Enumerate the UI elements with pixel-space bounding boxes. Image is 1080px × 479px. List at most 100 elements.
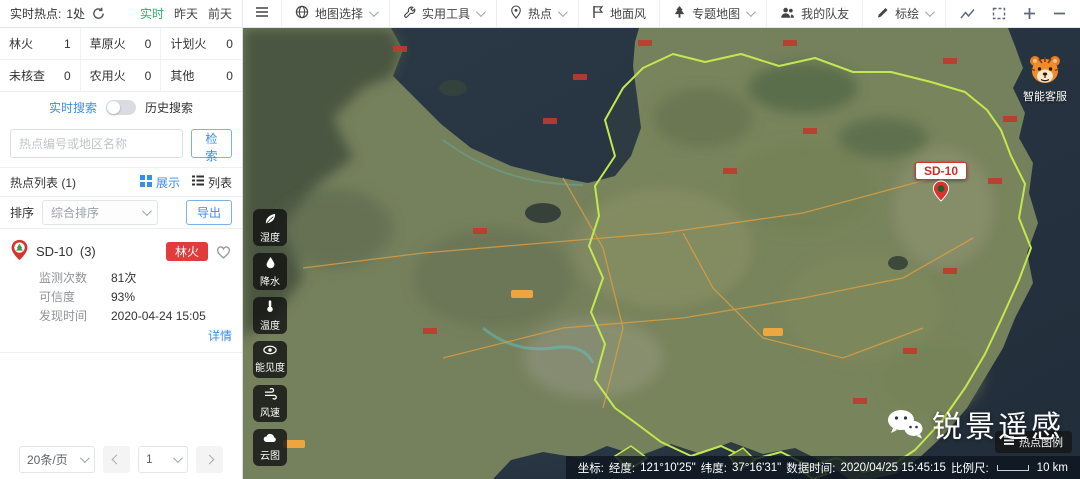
layer-temperature-button[interactable]: 温度 <box>253 297 287 334</box>
sidebar-spacer <box>0 353 242 439</box>
topbar: 实时热点: 1处 实时 昨天 前天 地图选择 实用工具 <box>0 0 1080 28</box>
hamburger-menu-button[interactable] <box>243 0 282 27</box>
layer-label: 云图 <box>260 447 280 462</box>
pagination: 20条/页 1 <box>0 439 242 479</box>
layer-precipitation-button[interactable]: 降水 <box>253 253 287 290</box>
field-label: 发现时间 <box>39 307 97 326</box>
stat-label: 草原火 <box>90 35 126 52</box>
satellite-map-canvas[interactable] <box>243 28 1080 479</box>
stat-value: 0 <box>226 37 233 51</box>
layer-label: 湿度 <box>260 229 280 244</box>
menu-ground-wind-label: 地面风 <box>610 5 646 22</box>
field-value: 81次 <box>111 269 136 288</box>
zoom-out-icon[interactable] <box>1053 7 1066 20</box>
data-time-label: 数据时间: <box>786 460 835 476</box>
search-mode-toggle[interactable] <box>106 100 136 115</box>
data-time-value: 2020/04/25 15:45:15 <box>840 462 946 474</box>
heart-icon[interactable] <box>215 244 232 259</box>
wind-icon <box>264 388 277 403</box>
chevron-down-icon <box>142 206 152 216</box>
hotspot-fields: 监测次数81次 可信度93% 发现时间2020-04-24 15:05 <box>39 269 232 326</box>
map-statusbar: 坐标: 经度: 121°10'25" 纬度: 37°16'31" 数据时间: 2… <box>566 456 1080 479</box>
sidebar: 林火1 草原火0 计划火0 未核查0 农用火0 其他0 实时搜索 历史搜索 检索… <box>0 28 243 479</box>
field-label: 监测次数 <box>39 269 97 288</box>
stat-value: 0 <box>145 37 152 51</box>
sort-label: 排序 <box>10 204 34 221</box>
page-size-select[interactable]: 20条/页 <box>19 446 95 473</box>
search-button[interactable]: 检索 <box>191 129 232 158</box>
menu-my-team[interactable]: 我的队友 <box>767 0 863 27</box>
map-pin-icon <box>510 5 522 22</box>
hotspot-list-header: 热点列表 (1) 展示 列表 <box>0 168 242 197</box>
leaf-icon <box>264 212 277 228</box>
prev-page-button[interactable] <box>103 446 130 473</box>
hotspot-list-item[interactable]: SD-10 (3) 林火 监测次数81次 可信度93% 发现时间2020-04-… <box>0 229 242 353</box>
chevron-down-icon <box>173 453 183 463</box>
detail-link[interactable]: 详情 <box>10 327 232 344</box>
menu-my-team-label: 我的队友 <box>801 5 849 22</box>
pen-icon <box>876 6 889 22</box>
refresh-icon[interactable] <box>92 7 105 20</box>
layer-cloud-button[interactable]: 云图 <box>253 429 287 466</box>
hotspot-marker-pin-icon[interactable] <box>932 180 950 202</box>
hotspot-marker-label[interactable]: SD-10 <box>915 162 967 180</box>
map-viewport[interactable]: 湿度 降水 温度 能见度 风速 <box>243 28 1080 479</box>
stat-agri-fire: 农用火0 <box>81 60 162 91</box>
view-display-label: 展示 <box>156 174 180 191</box>
chevron-down-icon <box>369 7 379 17</box>
fire-pin-icon <box>10 239 29 264</box>
sort-select[interactable]: 综合排序 <box>42 200 158 225</box>
eye-icon <box>263 345 277 358</box>
chevron-down-icon <box>476 7 486 17</box>
tiger-mascot-icon <box>1027 54 1063 86</box>
legend-icon <box>1004 436 1014 448</box>
tab-yesterday[interactable]: 昨天 <box>174 5 198 22</box>
select-area-icon[interactable] <box>992 7 1006 20</box>
layer-wind-speed-button[interactable]: 风速 <box>253 385 287 422</box>
hotspot-summary-bar: 实时热点: 1处 实时 昨天 前天 <box>0 0 243 27</box>
view-display-button[interactable]: 展示 <box>140 174 180 191</box>
hotspot-legend-button[interactable]: 热点图例 <box>995 431 1072 453</box>
hotspot-count: (3) <box>80 244 96 259</box>
menu-hotspot[interactable]: 热点 <box>497 0 579 27</box>
zoom-in-icon[interactable] <box>1023 7 1036 20</box>
tab-realtime[interactable]: 实时 <box>140 5 164 22</box>
menu-map-select[interactable]: 地图选择 <box>282 0 390 27</box>
menu-thematic-map[interactable]: 专题地图 <box>660 0 767 27</box>
menu-plot-label: 标绘 <box>895 5 919 22</box>
tab-day-before[interactable]: 前天 <box>208 5 232 22</box>
hotspot-marker[interactable]: SD-10 <box>911 162 971 202</box>
realtime-hotspot-count: 1处 <box>66 5 85 22</box>
page-number-value: 1 <box>146 452 153 466</box>
fire-stats-grid: 林火1 草原火0 计划火0 未核查0 农用火0 其他0 <box>0 28 242 92</box>
hamburger-icon <box>255 6 269 21</box>
export-button[interactable]: 导出 <box>186 200 232 225</box>
page-number-select[interactable]: 1 <box>138 446 188 473</box>
view-list-button[interactable]: 列表 <box>192 174 232 191</box>
measure-line-icon[interactable] <box>960 8 975 20</box>
weather-layer-column: 湿度 降水 温度 能见度 风速 <box>253 209 287 466</box>
next-page-button[interactable] <box>196 446 223 473</box>
menu-plot[interactable]: 标绘 <box>863 0 946 27</box>
layer-humidity-button[interactable]: 湿度 <box>253 209 287 246</box>
wrench-icon <box>403 6 416 22</box>
longitude-label: 经度: <box>609 460 635 476</box>
history-search-label[interactable]: 历史搜索 <box>145 99 193 116</box>
chevron-down-icon <box>925 7 935 17</box>
stat-planned-fire: 计划火0 <box>161 28 242 60</box>
realtime-search-label[interactable]: 实时搜索 <box>49 99 97 116</box>
layer-label: 风速 <box>260 404 280 419</box>
menu-tools[interactable]: 实用工具 <box>390 0 497 27</box>
hotspot-search-input[interactable] <box>10 129 183 158</box>
menu-thematic-map-label: 专题地图 <box>692 5 740 22</box>
smart-assistant[interactable]: 智能客服 <box>1023 54 1067 104</box>
stat-forest-fire: 林火1 <box>0 28 81 60</box>
layer-visibility-button[interactable]: 能见度 <box>253 341 287 378</box>
stat-value: 0 <box>145 69 152 83</box>
menu-ground-wind[interactable]: 地面风 <box>579 0 660 27</box>
chevron-down-icon <box>558 7 568 17</box>
page-size-value: 20条/页 <box>27 451 68 468</box>
toggle-knob <box>107 101 120 114</box>
stat-grass-fire: 草原火 0 <box>81 28 162 60</box>
list-icon <box>192 175 204 189</box>
